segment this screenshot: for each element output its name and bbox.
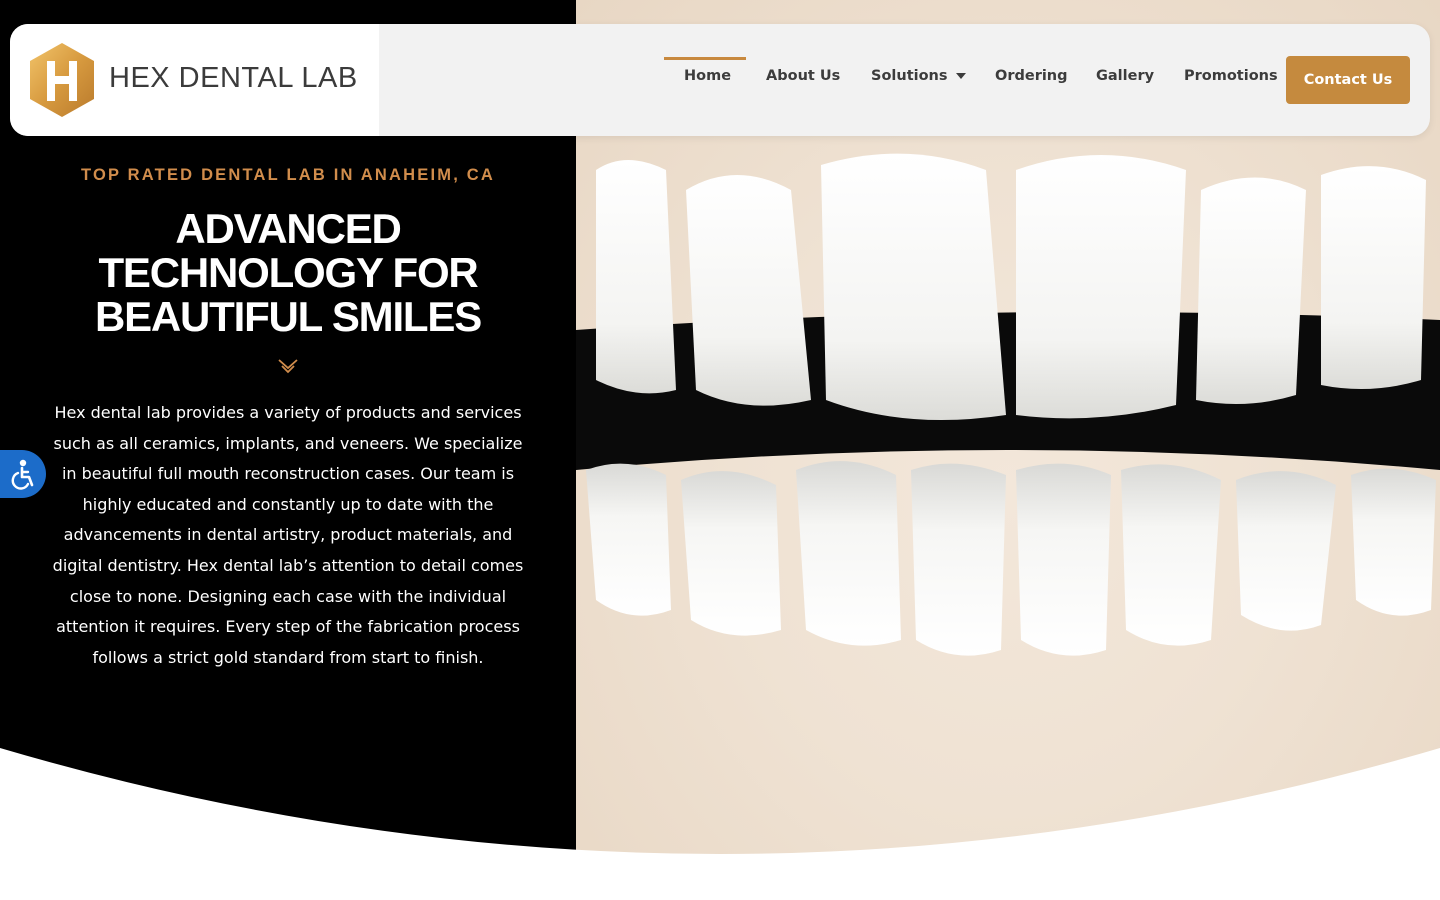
hero-description: Hex dental lab provides a variety of pro…: [52, 403, 524, 667]
nav-active-indicator: [664, 57, 746, 60]
accessibility-icon: [11, 459, 34, 490]
nav-solutions[interactable]: Solutions: [871, 68, 966, 84]
site-header: HEX DENTAL LAB Home About Us Solutions O…: [10, 24, 1430, 136]
nav-gallery[interactable]: Gallery: [1096, 68, 1154, 84]
accessibility-button[interactable]: [0, 450, 46, 498]
hero-headline: ADVANCED TECHNOLOGY FOR BEAUTIFUL SMILES: [94, 205, 482, 340]
nav-about-us[interactable]: About Us: [766, 68, 840, 84]
nav-solutions-label: Solutions: [871, 68, 948, 84]
nav-home[interactable]: Home: [684, 68, 731, 84]
bottom-curve: [0, 748, 1440, 900]
contact-us-button[interactable]: Contact Us: [1286, 56, 1410, 104]
logo-text: HEX DENTAL LAB: [109, 62, 358, 94]
hero-kicker: TOP RATED DENTAL LAB IN ANAHEIM, CA: [80, 166, 496, 184]
logo[interactable]: HEX DENTAL LAB: [10, 24, 379, 136]
chevron-down-icon: [955, 73, 966, 79]
nav-ordering[interactable]: Ordering: [995, 68, 1068, 84]
chevron-down-icon: [278, 359, 298, 374]
hex-logo-icon: [30, 43, 94, 117]
nav-promotions[interactable]: Promotions: [1184, 68, 1278, 84]
